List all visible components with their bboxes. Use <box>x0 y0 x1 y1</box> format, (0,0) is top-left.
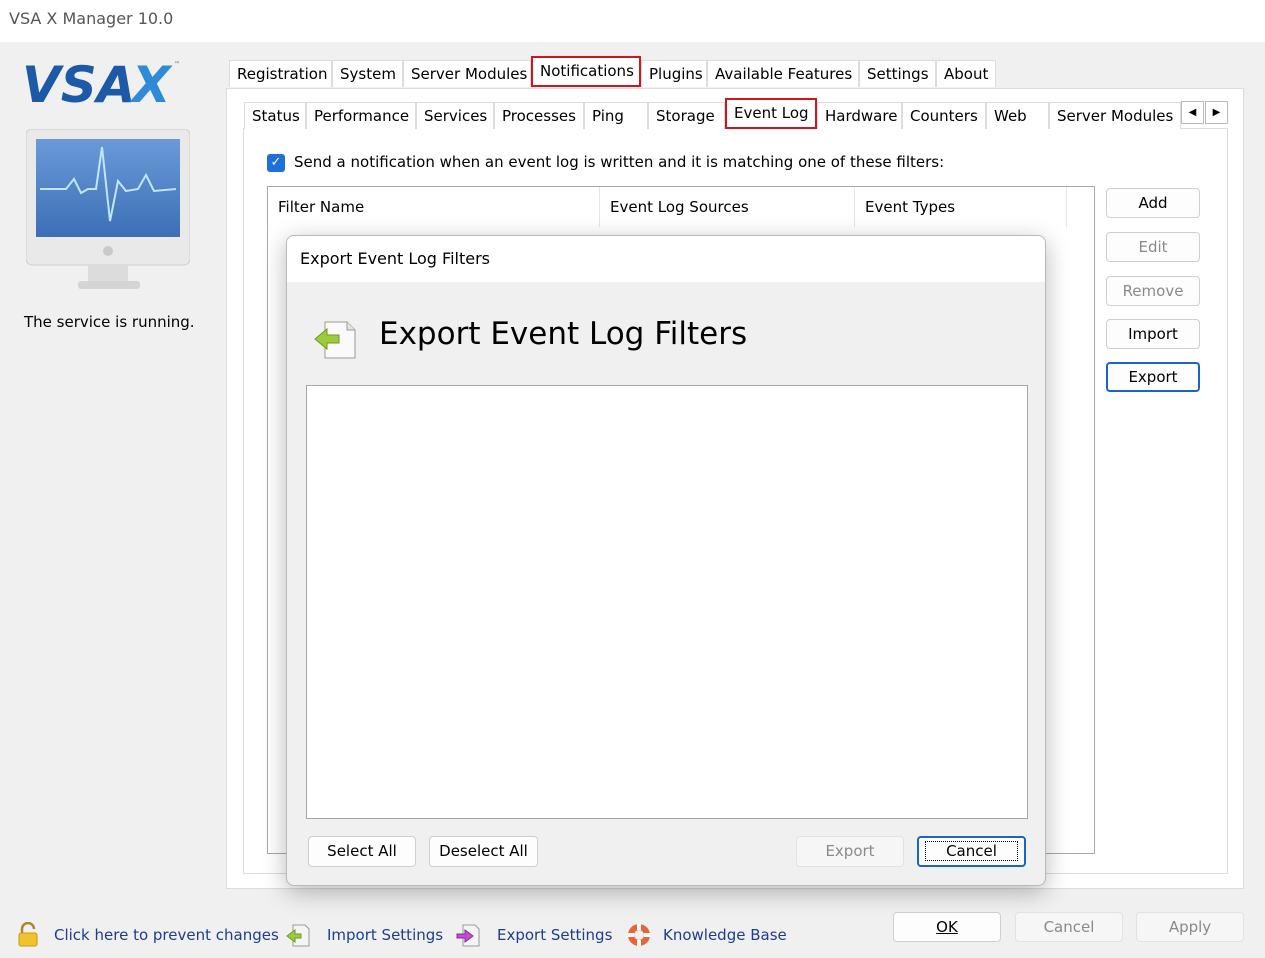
export-settings-link[interactable]: Export Settings <box>497 922 612 948</box>
add-filter-button[interactable]: Add <box>1106 188 1200 218</box>
tab-services[interactable]: Services <box>416 102 494 129</box>
export-filter-list[interactable] <box>306 385 1028 819</box>
svg-text:X: X <box>129 56 173 108</box>
lifebuoy-icon[interactable] <box>626 922 650 948</box>
dialog-title: Export Event Log Filters <box>300 249 491 268</box>
tab-processes[interactable]: Processes <box>494 102 584 129</box>
service-status-text: The service is running. <box>24 313 195 331</box>
export-document-icon <box>313 320 357 360</box>
eventlog-notify-checkbox[interactable]: ✓ <box>267 154 285 172</box>
export-filters-button[interactable]: Export <box>1106 362 1200 392</box>
tab-event-log[interactable]: Event Log <box>725 98 817 129</box>
tab-notifications[interactable]: Notifications <box>531 56 641 87</box>
tab-storage[interactable]: Storage <box>648 102 725 129</box>
vsax-logo: VSA X ™ <box>22 56 184 114</box>
tab-settings[interactable]: Settings <box>859 60 936 87</box>
tab-performance[interactable]: Performance <box>306 102 416 129</box>
column-header-filter-name[interactable]: Filter Name <box>268 187 600 227</box>
tab-available-features[interactable]: Available Features <box>707 60 859 87</box>
import-settings-link[interactable]: Import Settings <box>327 922 443 948</box>
apply-button[interactable]: Apply <box>1136 912 1244 942</box>
tab-sub-server-modules[interactable]: Server Modules <box>1049 102 1181 129</box>
dialog-cancel-label: Cancel <box>925 841 1018 861</box>
tab-system[interactable]: System <box>332 60 403 87</box>
select-all-button[interactable]: Select All <box>308 836 416 867</box>
tab-counters[interactable]: Counters <box>902 102 986 129</box>
window-title: VSA X Manager 10.0 <box>9 9 174 28</box>
dialog-cancel-button[interactable]: Cancel <box>917 836 1026 867</box>
knowledge-base-link[interactable]: Knowledge Base <box>663 922 787 948</box>
tab-registration[interactable]: Registration <box>229 60 332 87</box>
tab-server-modules[interactable]: Server Modules <box>403 60 531 87</box>
export-dialog: Export Event Log Filters Export Event Lo… <box>286 235 1046 886</box>
title-bar <box>0 0 1265 42</box>
column-header-event-types[interactable]: Event Types <box>855 187 1067 227</box>
tab-plugins[interactable]: Plugins <box>641 60 707 87</box>
deselect-all-button[interactable]: Deselect All <box>429 836 538 867</box>
apply-button-label: Apply <box>1168 918 1212 936</box>
cancel-button[interactable]: Cancel <box>1015 912 1123 942</box>
tab-ping[interactable]: Ping <box>584 102 648 129</box>
tab-about[interactable]: About <box>936 60 996 87</box>
eventlog-notify-label: Send a notification when an event log is… <box>294 153 945 171</box>
svg-text:™: ™ <box>174 61 180 68</box>
column-header-event-log-sources[interactable]: Event Log Sources <box>600 187 855 227</box>
lock-icon[interactable] <box>16 921 40 948</box>
import-settings-icon[interactable] <box>286 922 310 948</box>
cancel-button-label: Cancel <box>1043 918 1095 936</box>
tab-web[interactable]: Web <box>986 102 1049 129</box>
dialog-export-button[interactable]: Export <box>796 836 904 867</box>
logo-text: VSA <box>22 56 135 108</box>
remove-filter-button[interactable]: Remove <box>1106 276 1200 306</box>
import-filters-button[interactable]: Import <box>1106 319 1200 349</box>
dialog-heading: Export Event Log Filters <box>379 316 748 352</box>
tab-scroll-buttons: ◀ ▶ <box>1181 101 1230 124</box>
prevent-changes-link[interactable]: Click here to prevent changes <box>54 922 279 948</box>
tab-scroll-right-icon[interactable]: ▶ <box>1205 101 1228 124</box>
edit-filter-button[interactable]: Edit <box>1106 232 1200 262</box>
export-settings-icon[interactable] <box>456 922 480 948</box>
monitor-heartbeat-icon <box>25 128 191 295</box>
tab-hardware[interactable]: Hardware <box>817 102 902 129</box>
ok-button-label: OK <box>936 918 958 936</box>
ok-button[interactable]: OK <box>893 912 1001 942</box>
tab-scroll-left-icon[interactable]: ◀ <box>1181 101 1204 124</box>
tab-status[interactable]: Status <box>244 102 306 129</box>
